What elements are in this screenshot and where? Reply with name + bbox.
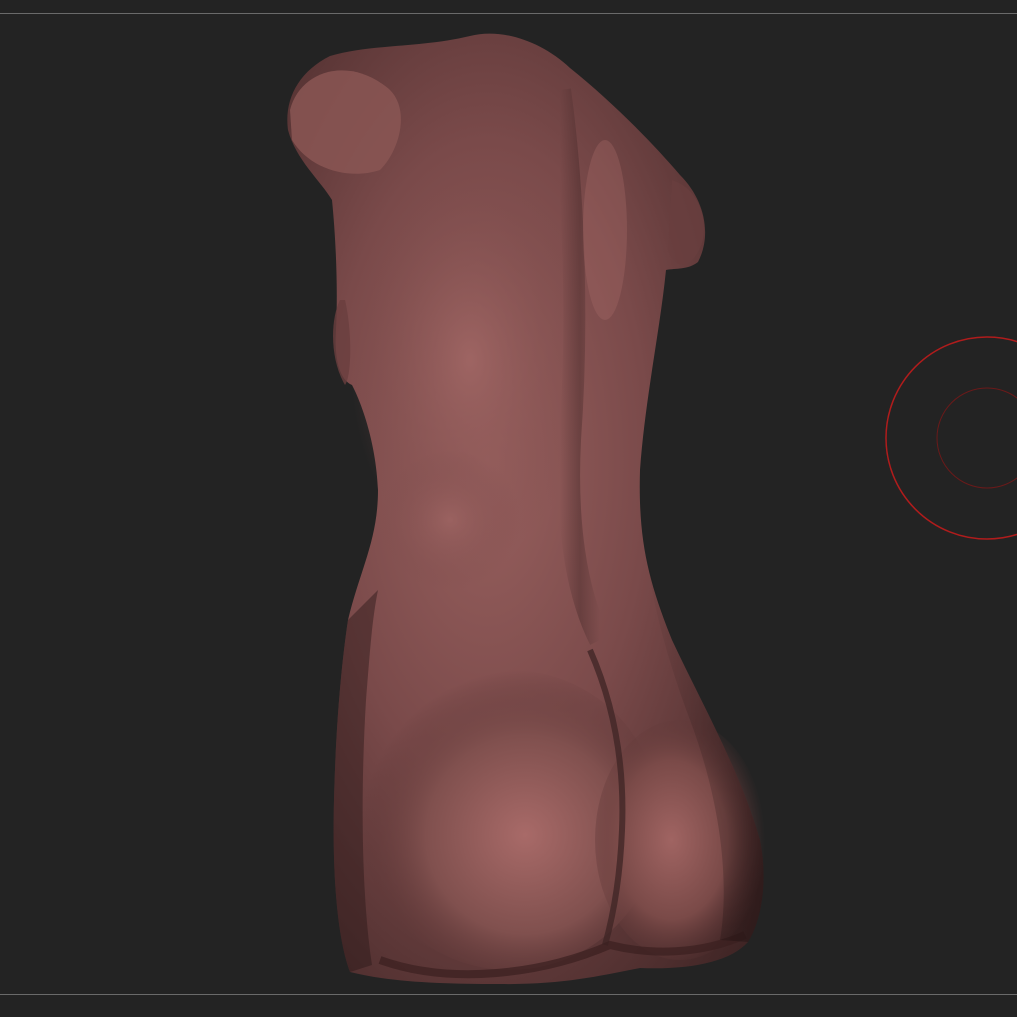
brush-outer-ring [885,336,1017,540]
lower-back-highlight [380,450,520,590]
sculpt-viewport[interactable] [0,0,1017,1017]
scapula-highlight [583,140,627,320]
brush-inner-ring [936,387,1017,489]
brush-cursor-icon[interactable] [885,336,1017,540]
sculpt-canvas[interactable] [0,0,1017,1017]
torso-model[interactable] [287,33,765,985]
